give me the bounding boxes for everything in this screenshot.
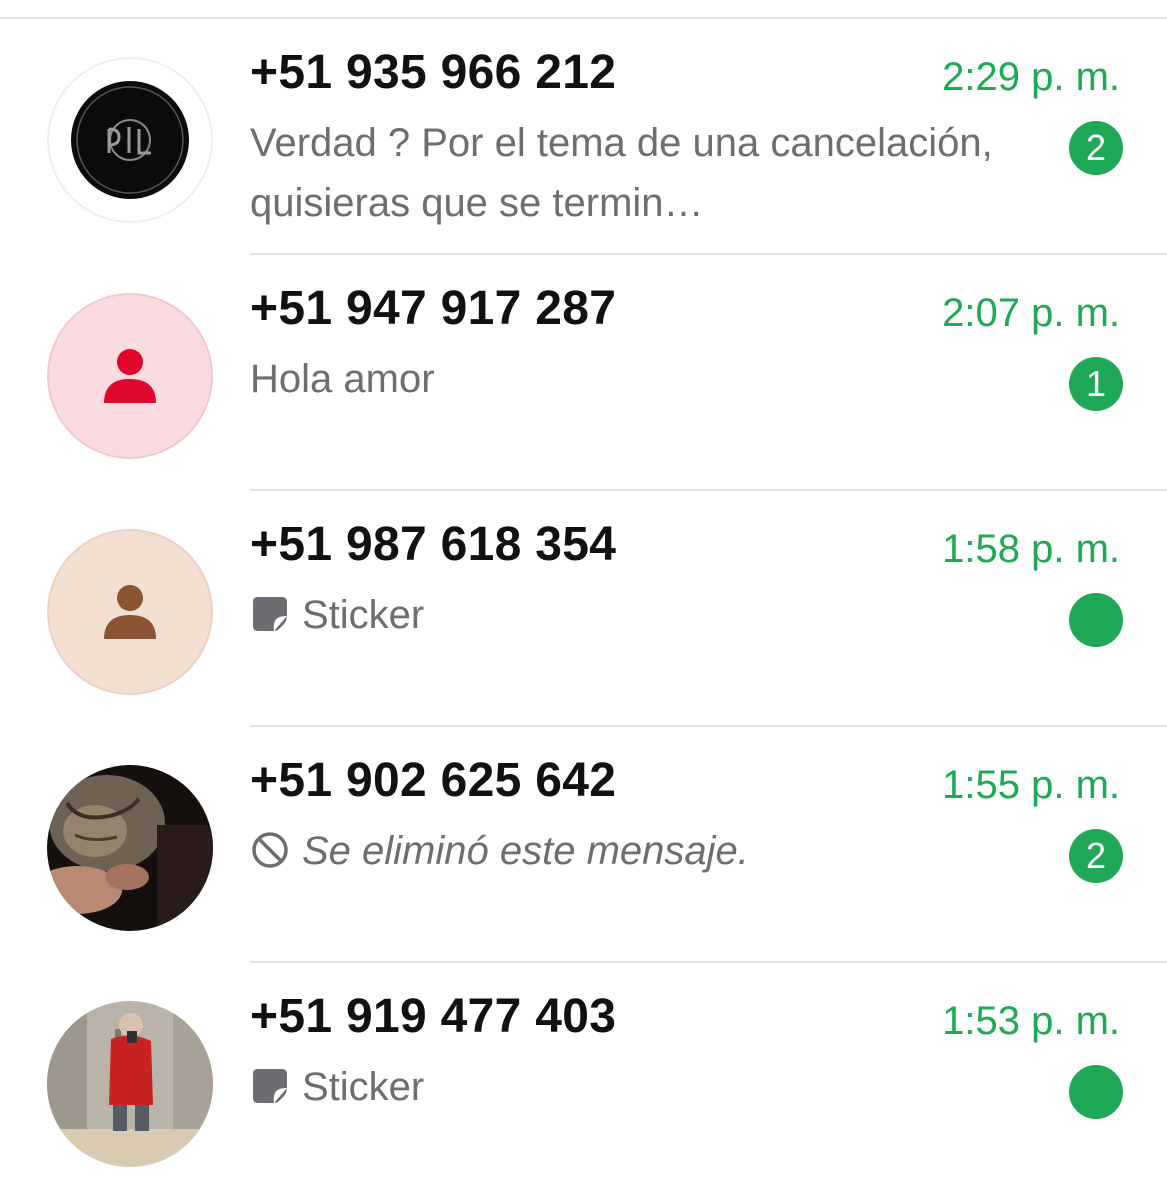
chat-row[interactable]: +51 935 966 212 2:29 p. m. Verdad ? Por … (0, 19, 1167, 255)
preview-text: Sticker (302, 1065, 425, 1109)
contact-name: +51 987 618 354 (250, 518, 617, 571)
message-preview: Verdad ? Por el tema de una cancelación,… (250, 121, 993, 225)
unread-badge: 2 (1069, 121, 1123, 175)
preview-text: Sticker (302, 593, 425, 637)
unread-badge: 2 (1069, 829, 1123, 883)
message-preview: Sticker (250, 1057, 1040, 1117)
preview-text: Se eliminó este mensaje. (302, 829, 749, 873)
contact-avatar-logo (47, 57, 213, 223)
contact-name: +51 902 625 642 (250, 754, 617, 807)
default-avatar-icon (47, 529, 213, 695)
deleted-message-icon (250, 830, 290, 870)
message-time: 1:55 p. m. (942, 763, 1120, 807)
contact-name: +51 935 966 212 (250, 46, 617, 99)
message-preview: Sticker (250, 585, 1040, 645)
contact-name: +51 919 477 403 (250, 990, 617, 1043)
chat-row[interactable]: +51 902 625 642 1:55 p. m. Se eliminó es… (0, 727, 1167, 963)
sticker-icon (250, 1066, 290, 1106)
contact-avatar-photo (47, 765, 213, 931)
chat-row[interactable]: +51 987 618 354 1:58 p. m. Sticker (0, 491, 1167, 727)
sticker-icon (250, 594, 290, 634)
unread-dot (1069, 1065, 1123, 1119)
message-time: 2:07 p. m. (942, 291, 1120, 335)
chat-row[interactable]: +51 919 477 403 1:53 p. m. Sticker (0, 963, 1167, 1199)
contact-name: +51 947 917 287 (250, 282, 617, 335)
message-time: 1:53 p. m. (942, 999, 1120, 1043)
chat-list: +51 935 966 212 2:29 p. m. Verdad ? Por … (0, 19, 1167, 1199)
chat-row[interactable]: +51 947 917 287 2:07 p. m. Hola amor 1 (0, 255, 1167, 491)
message-preview: Hola amor (250, 357, 435, 401)
message-preview: Se eliminó este mensaje. (250, 821, 1040, 881)
contact-avatar-photo (47, 1001, 213, 1167)
default-avatar-icon (47, 293, 213, 459)
message-time: 1:58 p. m. (942, 527, 1120, 571)
message-time: 2:29 p. m. (942, 55, 1120, 99)
unread-badge: 1 (1069, 357, 1123, 411)
unread-dot (1069, 593, 1123, 647)
